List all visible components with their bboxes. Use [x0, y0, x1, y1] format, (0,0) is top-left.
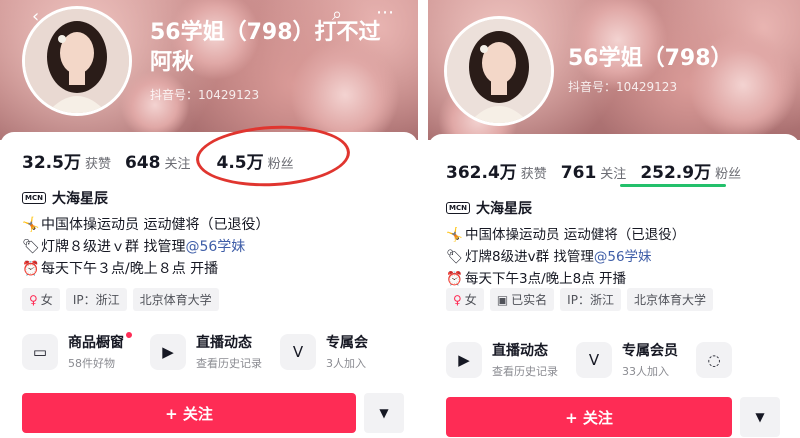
profile-panel-right: 56学姐（798） 抖音号：10429123 362.4万 获赞 761 关注 25…	[428, 0, 800, 438]
avatar-portrait	[447, 19, 551, 123]
gymnast-icon: 🤸	[22, 217, 40, 233]
tags-row: ♀ 女 ▣ 已实名 IP：浙江 北京体育大学	[446, 288, 719, 311]
bio: 🤸 中国体操运动员 运动健将（已退役） 🏷 灯牌8级进v群 找管理@56学妹 ⏰ 每天…	[446, 224, 685, 290]
profile-panel-left: ‹ ⌕ ⋯ 56学姐（798）打不过 阿秋 抖音号：10429123 32.5万…	[0, 0, 418, 438]
profile-name-line1: 56学姐（798）打不过	[150, 20, 381, 45]
id-card-icon: ▣	[496, 292, 509, 307]
tag-school: 北京体育大学	[626, 288, 713, 311]
douyin-id[interactable]: 抖音号：10429123	[568, 78, 677, 95]
female-icon: ♀	[29, 292, 38, 307]
profile-name: 56学姐（798）	[568, 46, 733, 71]
tag-verified: ▣ 已实名	[489, 288, 555, 311]
notification-dot	[126, 332, 132, 338]
tag-school: 北京体育大学	[132, 288, 219, 311]
stat-likes[interactable]: 362.4万 获赞	[446, 158, 547, 183]
chevron-down-icon: ▼	[379, 406, 389, 420]
mcn-badge: MCN	[22, 192, 46, 204]
tag-icon: 🏷	[446, 249, 464, 265]
avatar[interactable]	[22, 6, 132, 116]
mention-link[interactable]: @56学妹	[185, 239, 245, 255]
tag-ip: IP：浙江	[65, 288, 127, 311]
feature-membership[interactable]: V 专属会 3人加入	[280, 332, 368, 371]
vip-icon: V	[576, 341, 612, 378]
alarm-clock-icon: ⏰	[22, 261, 40, 277]
tag-ip: IP：浙江	[560, 288, 621, 311]
org-row[interactable]: MCN 大海星辰	[446, 198, 532, 218]
gymnast-icon: 🤸	[446, 227, 463, 243]
feature-group-chat[interactable]: ◌	[696, 340, 742, 379]
tags-row: ♀ 女 IP：浙江 北京体育大学	[22, 288, 225, 311]
avatar-portrait	[25, 9, 129, 113]
chat-icon: ◌	[696, 341, 732, 378]
vip-icon: V	[280, 333, 316, 370]
stats-row: 362.4万 获赞 761 关注 252.9万 粉丝	[446, 158, 755, 183]
stat-followers[interactable]: 252.9万 粉丝	[640, 158, 741, 183]
feature-row: ▶ 直播动态 查看历史记录 V 专属会员 33人加入 ◌	[446, 340, 760, 379]
org-row[interactable]: MCN 大海星辰	[22, 188, 108, 208]
live-tv-icon: ▶	[150, 333, 186, 370]
feature-live-history[interactable]: ▶ 直播动态 查看历史记录	[150, 332, 262, 371]
tag-gender: ♀ 女	[446, 288, 484, 311]
stat-following[interactable]: 648 关注	[125, 153, 191, 173]
feature-membership[interactable]: V 专属会员 33人加入	[576, 340, 678, 379]
tag-gender: ♀ 女	[22, 288, 60, 311]
feature-shop-window[interactable]: ▭ 商品橱窗 58件好物	[22, 332, 132, 371]
mcn-badge: MCN	[446, 202, 470, 214]
more-options-button[interactable]: ▼	[364, 393, 404, 433]
cart-icon: ▭	[22, 333, 58, 370]
alarm-clock-icon: ⏰	[446, 271, 463, 287]
chevron-down-icon: ▼	[755, 410, 765, 424]
bio: 🤸 中国体操运动员 运动健将（已退役） 🏷灯牌８级进ｖ群 找管理@56学妹 ⏰ 每天…	[22, 214, 269, 280]
live-tv-icon: ▶	[446, 341, 482, 378]
org-name: 大海星辰	[475, 201, 532, 217]
stat-likes[interactable]: 32.5万 获赞	[22, 148, 111, 173]
douyin-id[interactable]: 抖音号：10429123	[150, 86, 259, 103]
more-options-button[interactable]: ▼	[740, 397, 780, 437]
tag-icon: 🏷	[22, 239, 40, 255]
follow-button[interactable]: + 关注	[446, 397, 732, 437]
avatar[interactable]	[444, 16, 554, 126]
female-icon: ♀	[453, 292, 462, 307]
profile-name-line2: 阿秋	[150, 50, 195, 75]
stat-following[interactable]: 761 关注	[561, 163, 627, 183]
green-underline-annotation	[620, 184, 726, 187]
org-name: 大海星辰	[51, 191, 108, 207]
feature-live-history[interactable]: ▶ 直播动态 查看历史记录	[446, 340, 558, 379]
feature-row: ▭ 商品橱窗 58件好物 ▶ 直播动态 查看历史记录 V 专属会 3人加入	[22, 332, 386, 371]
follow-button[interactable]: + 关注	[22, 393, 356, 433]
mention-link[interactable]: @56学妹	[594, 249, 652, 265]
panel-divider	[418, 0, 428, 438]
